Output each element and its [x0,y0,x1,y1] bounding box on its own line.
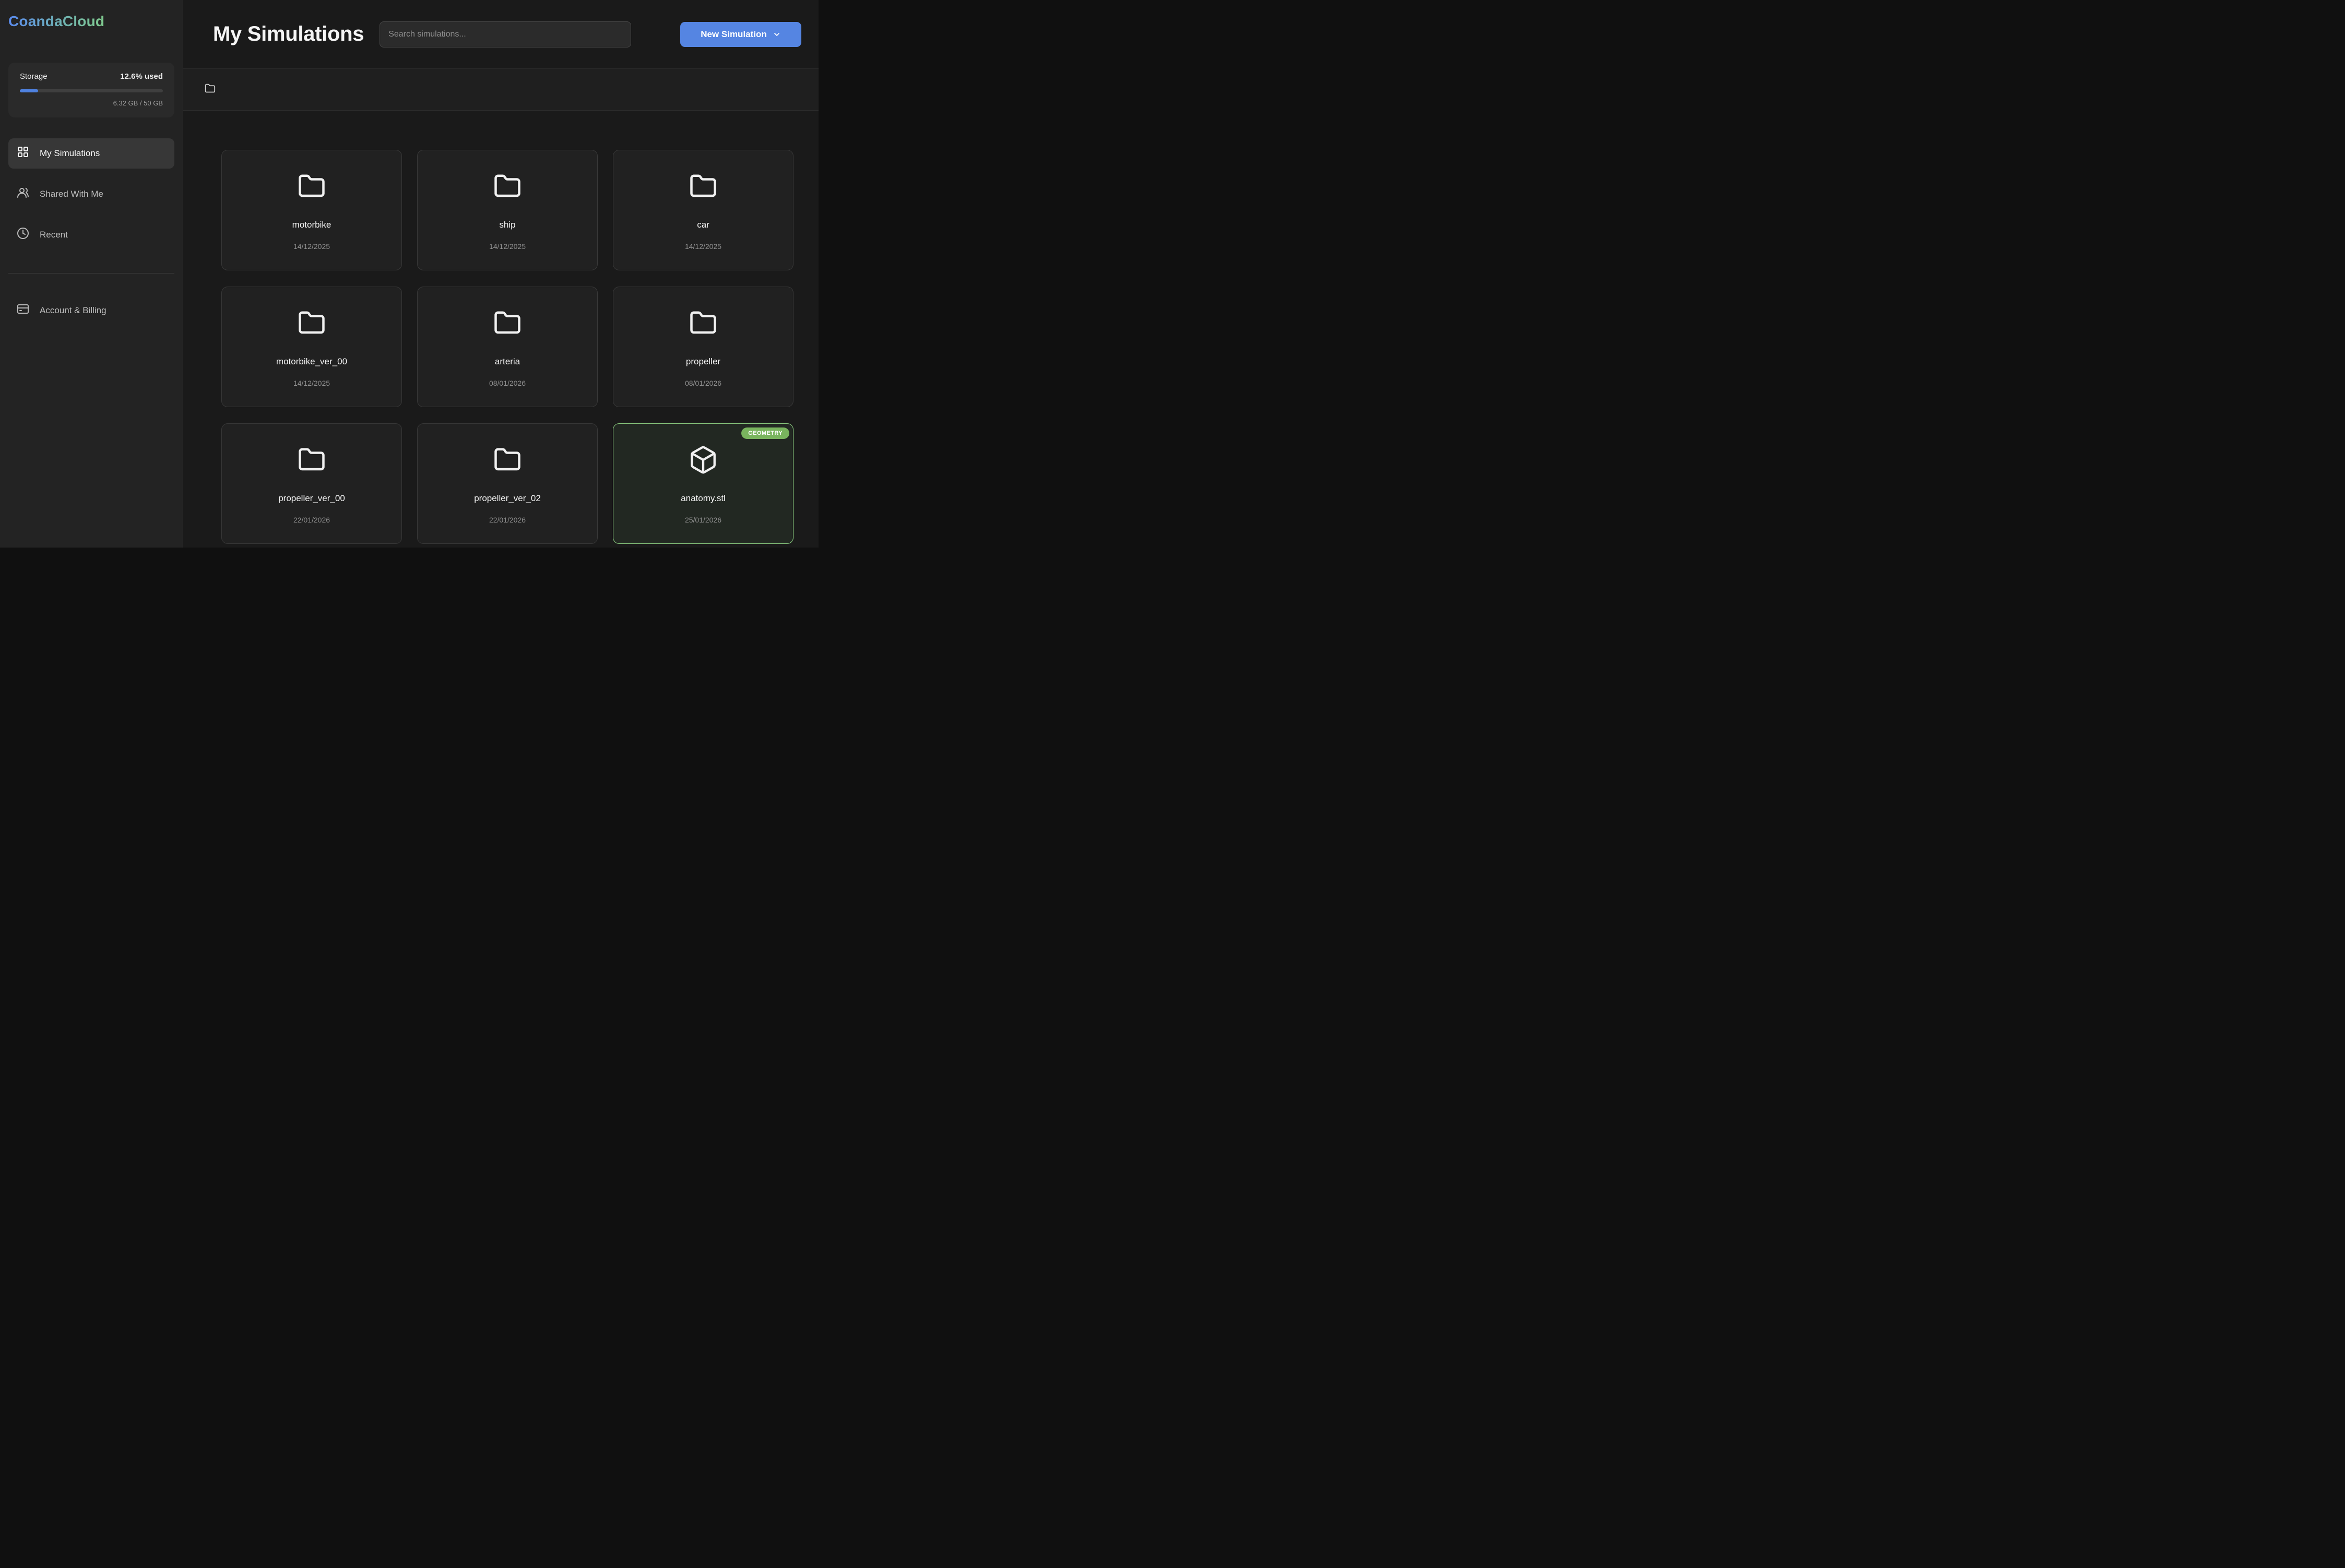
new-simulation-label: New Simulation [701,29,767,40]
simulation-card[interactable]: propeller 08/01/2026 [613,287,793,407]
sidebar-item-label: Recent [40,230,68,240]
simulation-date: 14/12/2025 [293,242,330,251]
folder-icon [492,446,523,477]
sidebar-item-my-simulations[interactable]: My Simulations [8,138,174,169]
content-area: motorbike 14/12/2025 ship 14/12/2025 car… [183,111,819,548]
grid-icon [17,146,29,161]
simulation-name: propeller_ver_02 [474,493,541,504]
simulation-card[interactable]: car 14/12/2025 [613,150,793,270]
simulation-card[interactable]: GEOMETRY anatomy.stl 25/01/2026 [613,423,793,544]
sidebar-item-label: Account & Billing [40,305,106,316]
simulation-grid: motorbike 14/12/2025 ship 14/12/2025 car… [221,150,819,544]
simulation-name: motorbike [292,220,331,230]
folder-root-icon[interactable] [205,83,216,97]
brand-logo[interactable]: CoandaCloud [8,13,104,30]
app-window: CoandaCloud Storage 12.6% used 6.32 GB /… [0,0,819,548]
sidebar-item-recent[interactable]: Recent [8,220,174,250]
main-area: My Simulations New Simulation [183,0,819,548]
sidebar-nav: My Simulations Shared With Me Recent [8,138,174,250]
simulation-date: 22/01/2026 [489,516,526,524]
simulation-name: car [697,220,709,230]
simulation-card[interactable]: propeller_ver_00 22/01/2026 [221,423,402,544]
storage-progress-fill [20,89,38,92]
simulation-card[interactable]: motorbike_ver_00 14/12/2025 [221,287,402,407]
folder-icon [688,309,718,340]
simulation-name: ship [499,220,515,230]
simulation-name: propeller_ver_00 [278,493,345,504]
sidebar-item-account-billing[interactable]: Account & Billing [8,295,174,326]
simulation-date: 14/12/2025 [293,379,330,387]
simulation-date: 08/01/2026 [685,379,721,387]
simulation-card[interactable]: ship 14/12/2025 [417,150,598,270]
geometry-badge: GEOMETRY [741,427,789,439]
simulation-date: 14/12/2025 [489,242,526,251]
simulation-date: 25/01/2026 [685,516,721,524]
simulation-date: 08/01/2026 [489,379,526,387]
sidebar-item-shared-with-me[interactable]: Shared With Me [8,179,174,209]
simulation-date: 14/12/2025 [685,242,721,251]
top-bar: My Simulations New Simulation [183,0,819,69]
simulation-card[interactable]: arteria 08/01/2026 [417,287,598,407]
chevron-down-icon [773,30,781,39]
credit-card-icon [17,303,29,318]
simulation-name: motorbike_ver_00 [276,357,347,367]
sidebar-footer-nav: Account & Billing [8,295,174,326]
folder-icon [297,446,327,477]
simulation-card[interactable]: propeller_ver_02 22/01/2026 [417,423,598,544]
folder-icon [492,172,523,203]
breadcrumb [183,69,819,111]
box-3d-icon [688,445,718,478]
storage-card: Storage 12.6% used 6.32 GB / 50 GB [8,63,174,117]
storage-progress-track [20,89,163,92]
simulation-card[interactable]: motorbike 14/12/2025 [221,150,402,270]
folder-icon [492,309,523,340]
page-title: My Simulations [213,22,364,46]
simulation-name: propeller [686,357,720,367]
sidebar-item-label: My Simulations [40,148,100,159]
search-input[interactable] [380,21,631,47]
sidebar: CoandaCloud Storage 12.6% used 6.32 GB /… [0,0,183,548]
folder-icon [297,309,327,340]
clock-icon [17,227,29,242]
users-icon [17,186,29,201]
simulation-date: 22/01/2026 [293,516,330,524]
folder-icon [297,172,327,203]
sidebar-divider [8,273,174,274]
storage-detail: 6.32 GB / 50 GB [20,99,163,107]
simulation-name: anatomy.stl [681,493,726,504]
storage-used-percent: 12.6% used [120,72,163,81]
sidebar-item-label: Shared With Me [40,189,103,199]
simulation-name: arteria [495,357,520,367]
folder-icon [688,172,718,203]
storage-label: Storage [20,72,48,81]
new-simulation-button[interactable]: New Simulation [680,22,801,47]
